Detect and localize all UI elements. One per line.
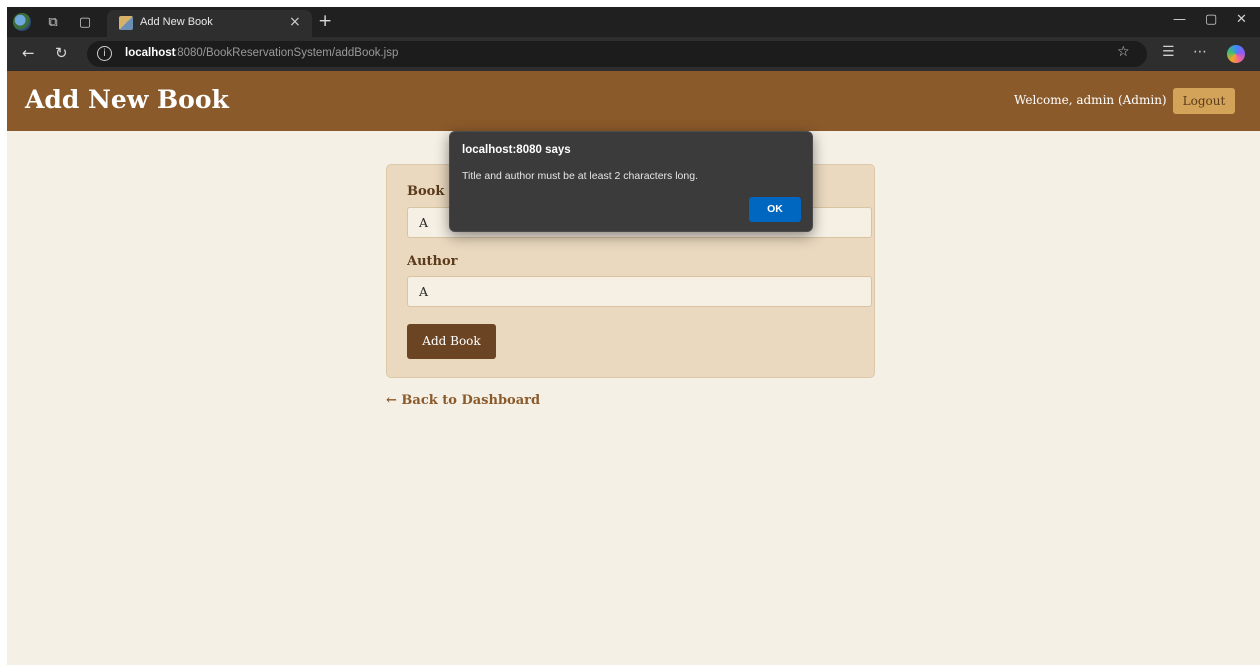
close-icon[interactable]: ✕ <box>1236 12 1247 27</box>
address-bar-row: ← ↻ i localhost :8080/BookReservationSys… <box>7 37 1260 71</box>
new-tab-icon[interactable]: + <box>318 11 332 31</box>
favorites-list-icon[interactable]: ☰ <box>1162 44 1175 60</box>
author-input[interactable]: A <box>407 276 872 307</box>
favorite-star-icon[interactable]: ☆ <box>1117 44 1130 60</box>
alert-message: Title and author must be at least 2 char… <box>462 170 698 182</box>
alert-title: localhost:8080 says <box>462 144 571 156</box>
url-path: :8080/BookReservationSystem/addBook.jsp <box>174 47 399 59</box>
globe-icon[interactable] <box>13 13 31 31</box>
welcome-text: Welcome, admin (Admin) <box>1014 93 1167 107</box>
alert-dialog: localhost:8080 says Title and author mus… <box>449 131 813 232</box>
maximize-icon[interactable]: ▢ <box>1205 12 1217 27</box>
author-label: Author <box>407 254 458 269</box>
workspaces-icon[interactable]: ⧉ <box>44 13 62 31</box>
page-title: Add New Book <box>25 85 229 114</box>
back-arrow-icon[interactable]: ← <box>22 44 35 62</box>
url-host: localhost <box>125 47 176 59</box>
address-bar[interactable]: i localhost :8080/BookReservationSystem/… <box>87 41 1147 67</box>
back-to-dashboard-link[interactable]: ← Back to Dashboard <box>386 393 540 408</box>
tab-strip: ⧉ ▢ Add New Book × + — ▢ ✕ <box>7 7 1260 37</box>
page-content: Add New Book Welcome, admin (Admin) Logo… <box>7 71 1260 665</box>
copilot-icon[interactable] <box>1227 45 1245 63</box>
minimize-icon[interactable]: — <box>1173 12 1186 27</box>
tab-favicon <box>119 16 133 30</box>
add-book-button[interactable]: Add Book <box>407 324 496 359</box>
tab-title: Add New Book <box>140 16 213 28</box>
more-icon[interactable]: ⋯ <box>1193 44 1207 60</box>
browser-tab[interactable]: Add New Book × <box>107 10 312 37</box>
tab-close-icon[interactable]: × <box>289 14 301 30</box>
browser-window: ⧉ ▢ Add New Book × + — ▢ ✕ ← ↻ i localho… <box>7 7 1260 665</box>
alert-ok-button[interactable]: OK <box>749 197 801 222</box>
reload-icon[interactable]: ↻ <box>55 44 68 62</box>
info-icon[interactable]: i <box>97 46 112 61</box>
tab-actions-icon[interactable]: ▢ <box>76 13 94 31</box>
page-header: Add New Book Welcome, admin (Admin) Logo… <box>7 71 1260 131</box>
logout-button[interactable]: Logout <box>1173 88 1235 114</box>
